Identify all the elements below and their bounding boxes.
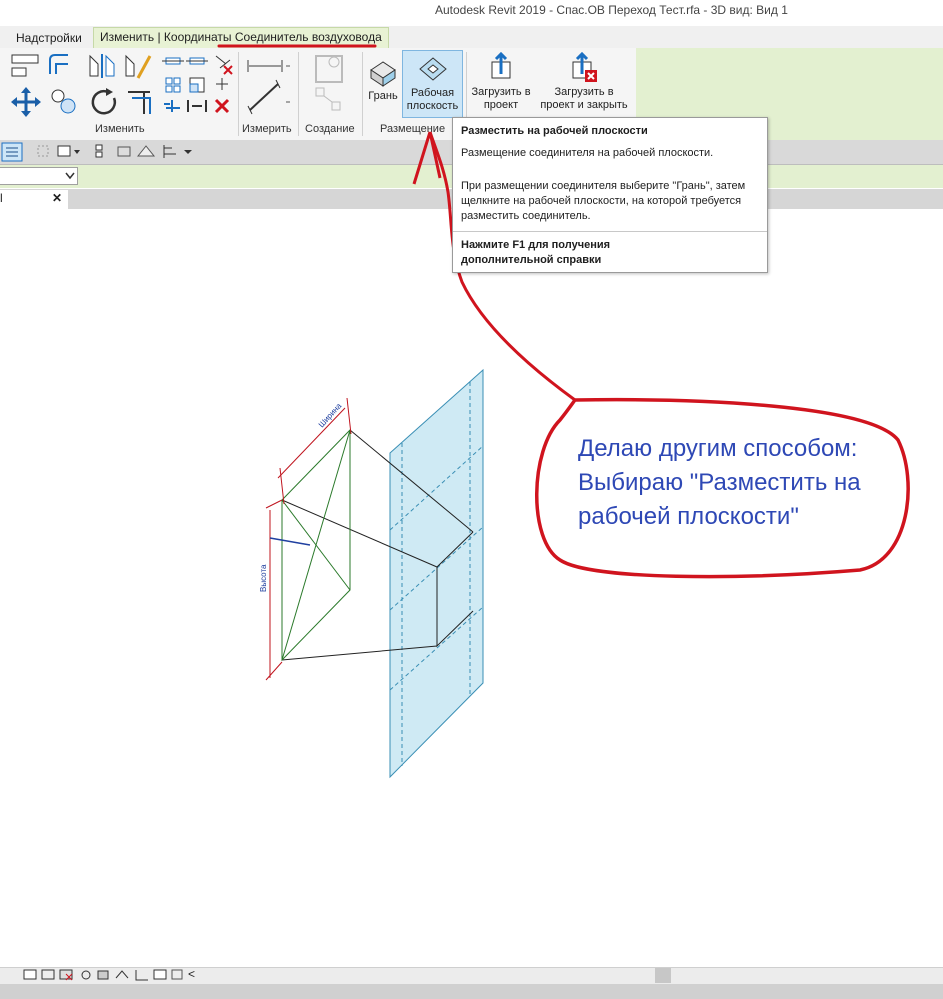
tooltip-divider <box>453 231 767 232</box>
detail-level-icon[interactable] <box>41 969 55 980</box>
tooltip-help: Нажмите F1 для получения дополнительной … <box>461 239 611 266</box>
status-bar <box>0 984 943 999</box>
annotation-text: Делаю другим способом: Выбираю "Размести… <box>578 432 898 534</box>
annotation-line-2: Выбираю "Разместить на <box>578 469 861 496</box>
workplane-tooltip: Разместить на рабочей плоскости Размещен… <box>452 117 768 273</box>
tooltip-description: Размещение соединителя на рабочей плоско… <box>461 147 714 159</box>
annotation-line-1: Делаю другим способом: <box>578 435 858 462</box>
annotation-line-3: рабочей плоскости" <box>578 503 799 530</box>
sun-path-icon[interactable] <box>81 970 91 980</box>
temp-hide-icon[interactable] <box>171 969 183 980</box>
tooltip-title: Разместить на рабочей плоскости <box>461 125 648 137</box>
visual-style-icon[interactable] <box>59 969 73 981</box>
shadows-icon[interactable] <box>97 970 109 980</box>
crop-icon[interactable] <box>135 970 148 981</box>
hide-crop-icon[interactable] <box>153 969 167 980</box>
render-icon[interactable] <box>115 970 129 979</box>
view-control-tools <box>23 969 183 981</box>
tooltip-detail: При размещении соединителя выберите "Гра… <box>461 180 746 222</box>
horizontal-scrollbar-thumb[interactable] <box>655 968 671 983</box>
scale-icon[interactable] <box>23 969 37 980</box>
scroll-left-arrow[interactable]: < <box>188 967 195 981</box>
